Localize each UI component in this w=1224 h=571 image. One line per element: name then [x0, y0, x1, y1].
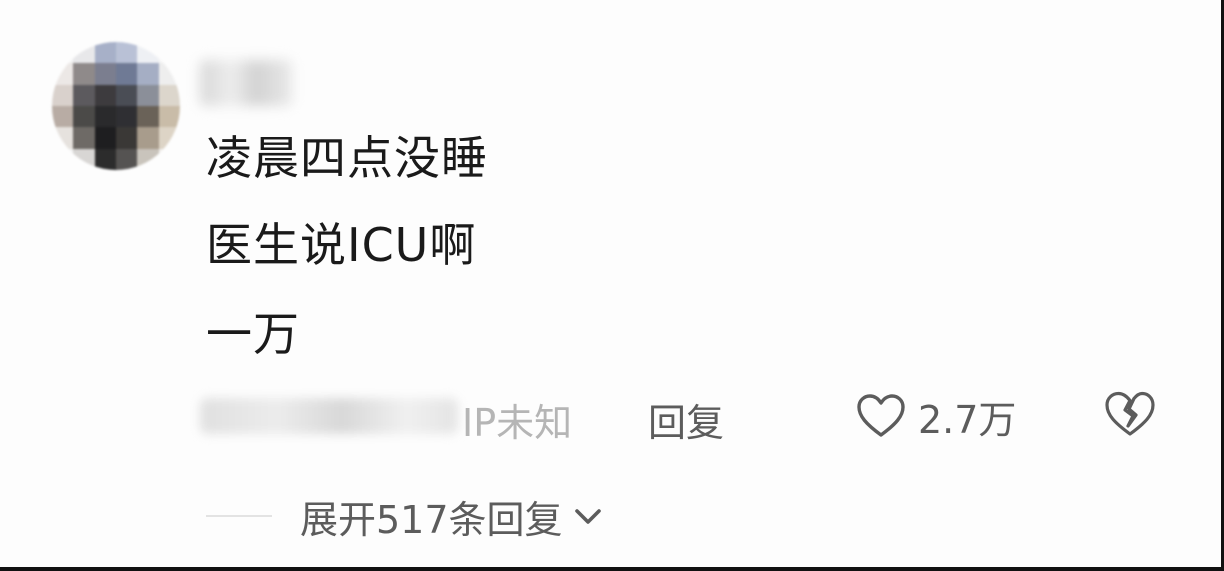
divider-line	[206, 515, 272, 517]
expand-replies-label[interactable]: 展开517条回复	[300, 489, 563, 544]
expand-replies-row[interactable]: 展开517条回复	[206, 488, 605, 544]
broken-heart-icon	[1105, 391, 1155, 436]
dislike-button[interactable]	[1104, 390, 1156, 440]
comment-line-3: 一万	[206, 307, 300, 361]
username-redacted[interactable]	[200, 60, 292, 106]
like-count: 2.7万	[918, 397, 1017, 442]
comment-line-1: 凌晨四点没睡	[206, 131, 488, 185]
avatar[interactable]	[52, 42, 180, 170]
comment-meta-row: IP未知 回复 2.7万	[200, 388, 1180, 447]
reply-button[interactable]: 回复	[648, 392, 724, 447]
comment-line-2: 医生说ICU啊	[206, 218, 477, 272]
comment-card: 凌晨四点没睡 医生说ICU啊 一万 IP未知 回复 2.7万 展开517条回复	[0, 0, 1224, 571]
like-button[interactable]: 2.7万	[856, 388, 1016, 444]
timestamp-redacted	[200, 398, 458, 434]
heart-outline-icon	[857, 394, 905, 437]
chevron-down-icon[interactable]	[571, 499, 605, 533]
ip-location: IP未知	[462, 401, 573, 445]
